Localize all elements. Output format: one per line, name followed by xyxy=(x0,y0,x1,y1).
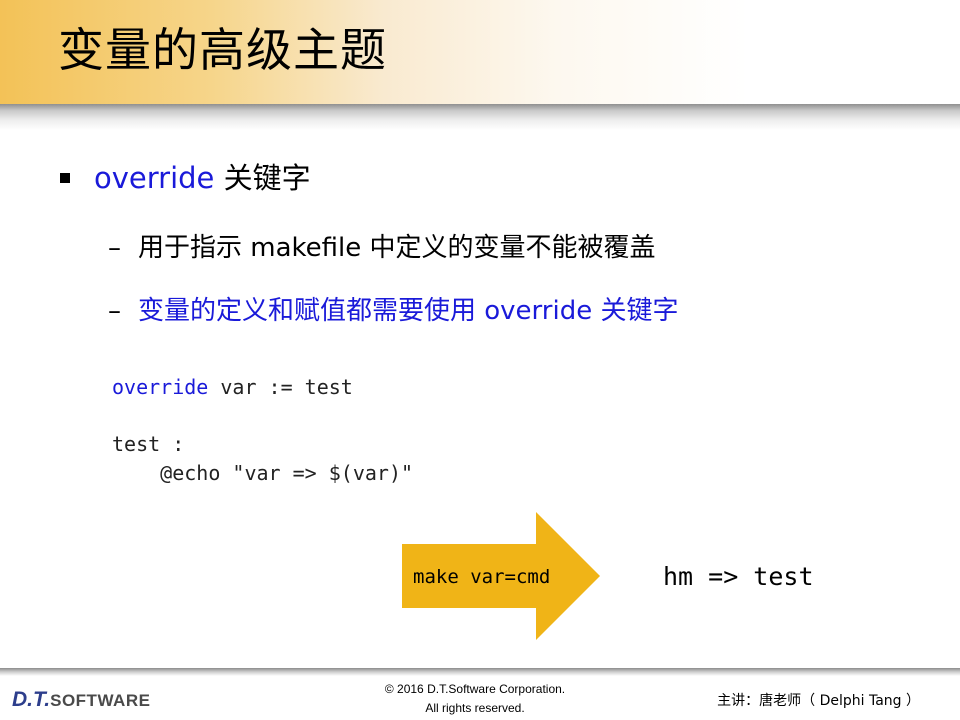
dash-bullet-icon: – xyxy=(108,296,121,326)
footer-divider xyxy=(0,668,960,676)
presenter-credit: 主讲：唐老师（ Delphi Tang ） xyxy=(717,693,920,709)
bullet-override: override 关键字 xyxy=(60,158,311,198)
subpoint-2: – 变量的定义和赋值都需要使用 override 关键字 xyxy=(108,291,678,331)
dash-bullet-icon: – xyxy=(108,233,121,263)
command-label: make var=cmd xyxy=(413,566,551,588)
command-result: hm => test xyxy=(663,562,814,591)
copyright-line-2: All rights reserved. xyxy=(425,701,525,715)
override-keyword: override xyxy=(94,161,215,195)
subpoint-2-text: 变量的定义和赋值都需要使用 override 关键字 xyxy=(138,296,679,326)
subpoint-1: – 用于指示 makefile 中定义的变量不能被覆盖 xyxy=(108,228,656,268)
bullet-text: override 关键字 xyxy=(94,158,311,198)
copyright-line-1: © 2016 D.T.Software Corporation. xyxy=(384,682,566,696)
code-line-1-rest: var := test xyxy=(208,375,353,399)
logo-dt: D.T. xyxy=(12,688,51,711)
company-logo: D.T.SOFTWARE xyxy=(12,686,150,714)
slide-title: 变量的高级主题 xyxy=(58,23,387,77)
code-line-2: test : xyxy=(112,432,185,456)
square-bullet-icon xyxy=(60,173,70,183)
code-keyword: override xyxy=(112,375,209,399)
title-shadow-divider xyxy=(0,104,960,130)
logo-software: SOFTWARE xyxy=(50,691,151,710)
code-line-1: override var := test xyxy=(112,373,353,402)
copyright: © 2016 D.T.Software Corporation. All rig… xyxy=(350,680,600,718)
code-line-3: @echo "var => $(var)" xyxy=(112,461,414,485)
subpoint-1-text: 用于指示 makefile 中定义的变量不能被覆盖 xyxy=(138,233,656,263)
bullet-suffix: 关键字 xyxy=(214,161,311,195)
